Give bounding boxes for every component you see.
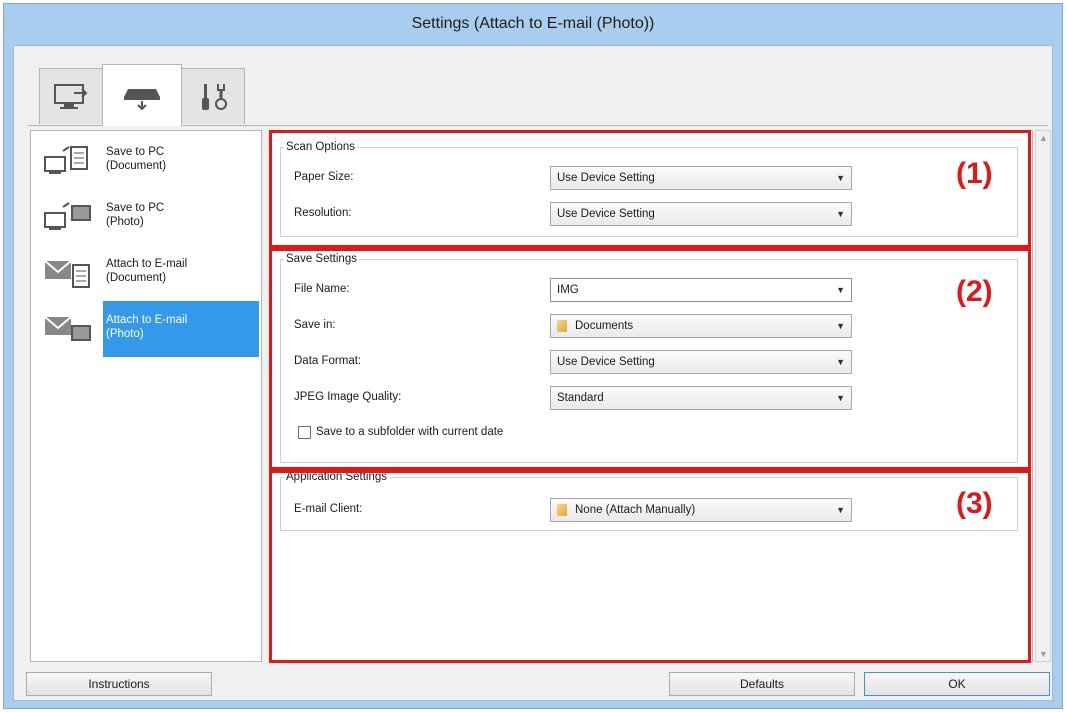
window-title: Settings (Attach to E-mail (Photo)) bbox=[411, 15, 655, 32]
chevron-down-icon: ▼ bbox=[836, 393, 845, 403]
chevron-down-icon: ▼ bbox=[836, 285, 845, 295]
nav-item-label: Save to PC bbox=[106, 202, 165, 214]
scanner-panel-icon bbox=[124, 88, 160, 110]
tab-scan-from-panel[interactable] bbox=[102, 64, 182, 126]
nav-item-save-to-pc-photo[interactable]: Save to PC (Photo) bbox=[31, 189, 261, 245]
scroll-up-icon[interactable]: ▲ bbox=[1039, 133, 1048, 143]
save-in-value: Documents bbox=[575, 320, 634, 332]
save-to-pc-document-icon bbox=[44, 146, 88, 174]
nav-item-save-to-pc-document[interactable]: Save to PC (Document) bbox=[31, 133, 261, 189]
tools-icon bbox=[202, 83, 227, 110]
nav-item-sublabel: (Photo) bbox=[106, 328, 144, 340]
save-in-label: Save in: bbox=[294, 319, 336, 331]
data-format-value: Use Device Setting bbox=[557, 356, 655, 368]
computer-scan-icon bbox=[54, 83, 88, 109]
folder-icon bbox=[557, 503, 567, 516]
nav-item-label: Save to PC bbox=[106, 146, 165, 158]
file-name-combobox[interactable]: IMG ▼ bbox=[550, 278, 852, 302]
email-client-value: None (Attach Manually) bbox=[575, 504, 696, 516]
tab-general-settings[interactable] bbox=[181, 68, 245, 124]
nav-item-attach-email-document[interactable]: Attach to E-mail (Document) bbox=[31, 245, 261, 301]
paper-size-label: Paper Size: bbox=[294, 171, 354, 183]
email-client-label: E-mail Client: bbox=[294, 503, 363, 515]
nav-item-label: Attach to E-mail bbox=[106, 258, 188, 270]
save-in-select[interactable]: Documents ▼ bbox=[550, 314, 852, 338]
file-name-label: File Name: bbox=[294, 283, 350, 295]
scan-mode-list: Save to PC (Document) Save to PC (Photo) bbox=[30, 130, 262, 662]
chevron-down-icon: ▼ bbox=[836, 505, 845, 515]
subfolder-checkbox-label[interactable]: Save to a subfolder with current date bbox=[316, 426, 503, 438]
settings-panel: Scan Options Paper Size: Use Device Sett… bbox=[269, 130, 1033, 663]
annotation-label-3: (3) bbox=[956, 487, 993, 520]
jpeg-quality-value: Standard bbox=[557, 392, 604, 404]
scroll-down-icon[interactable]: ▼ bbox=[1039, 649, 1048, 659]
nav-item-label: Attach to E-mail bbox=[106, 314, 188, 326]
settings-window: Settings (Attach to E-mail (Photo)) Save… bbox=[3, 3, 1063, 709]
attach-email-document-icon bbox=[44, 260, 90, 288]
save-to-pc-photo-icon bbox=[44, 202, 91, 230]
application-settings-title: Application Settings bbox=[284, 471, 390, 483]
defaults-button[interactable]: Defaults bbox=[669, 672, 855, 696]
annotation-label-2: (2) bbox=[956, 275, 993, 308]
resolution-label: Resolution: bbox=[294, 207, 352, 219]
vertical-scrollbar[interactable]: ▲ ▼ bbox=[1035, 130, 1051, 662]
nav-item-sublabel: (Photo) bbox=[106, 216, 144, 228]
jpeg-quality-select[interactable]: Standard ▼ bbox=[550, 386, 852, 410]
paper-size-select[interactable]: Use Device Setting ▼ bbox=[550, 166, 852, 190]
nav-item-attach-email-photo[interactable]: Attach to E-mail (Photo) bbox=[31, 301, 261, 357]
scan-options-title: Scan Options bbox=[284, 141, 358, 153]
folder-icon bbox=[557, 319, 567, 332]
paper-size-value: Use Device Setting bbox=[557, 172, 655, 184]
subfolder-checkbox[interactable] bbox=[298, 426, 311, 439]
nav-item-sublabel: (Document) bbox=[106, 272, 167, 284]
jpeg-quality-label: JPEG Image Quality: bbox=[294, 391, 402, 403]
chevron-down-icon: ▼ bbox=[836, 357, 845, 367]
ok-button[interactable]: OK bbox=[864, 672, 1050, 696]
annotation-label-1: (1) bbox=[956, 157, 993, 190]
save-settings-title: Save Settings bbox=[284, 253, 359, 265]
tab-scan-from-computer[interactable] bbox=[39, 68, 103, 124]
data-format-select[interactable]: Use Device Setting ▼ bbox=[550, 350, 852, 374]
window-client: Save to PC (Document) Save to PC (Photo) bbox=[13, 45, 1053, 701]
email-client-select[interactable]: None (Attach Manually) ▼ bbox=[550, 498, 852, 522]
resolution-select[interactable]: Use Device Setting ▼ bbox=[550, 202, 852, 226]
data-format-label: Data Format: bbox=[294, 355, 362, 367]
file-name-value: IMG bbox=[557, 284, 579, 296]
attach-email-photo-icon bbox=[44, 316, 91, 341]
chevron-down-icon: ▼ bbox=[836, 321, 845, 331]
instructions-button[interactable]: Instructions bbox=[26, 672, 212, 696]
resolution-value: Use Device Setting bbox=[557, 208, 655, 220]
nav-item-sublabel: (Document) bbox=[106, 160, 167, 172]
chevron-down-icon: ▼ bbox=[836, 173, 845, 183]
chevron-down-icon: ▼ bbox=[836, 209, 845, 219]
